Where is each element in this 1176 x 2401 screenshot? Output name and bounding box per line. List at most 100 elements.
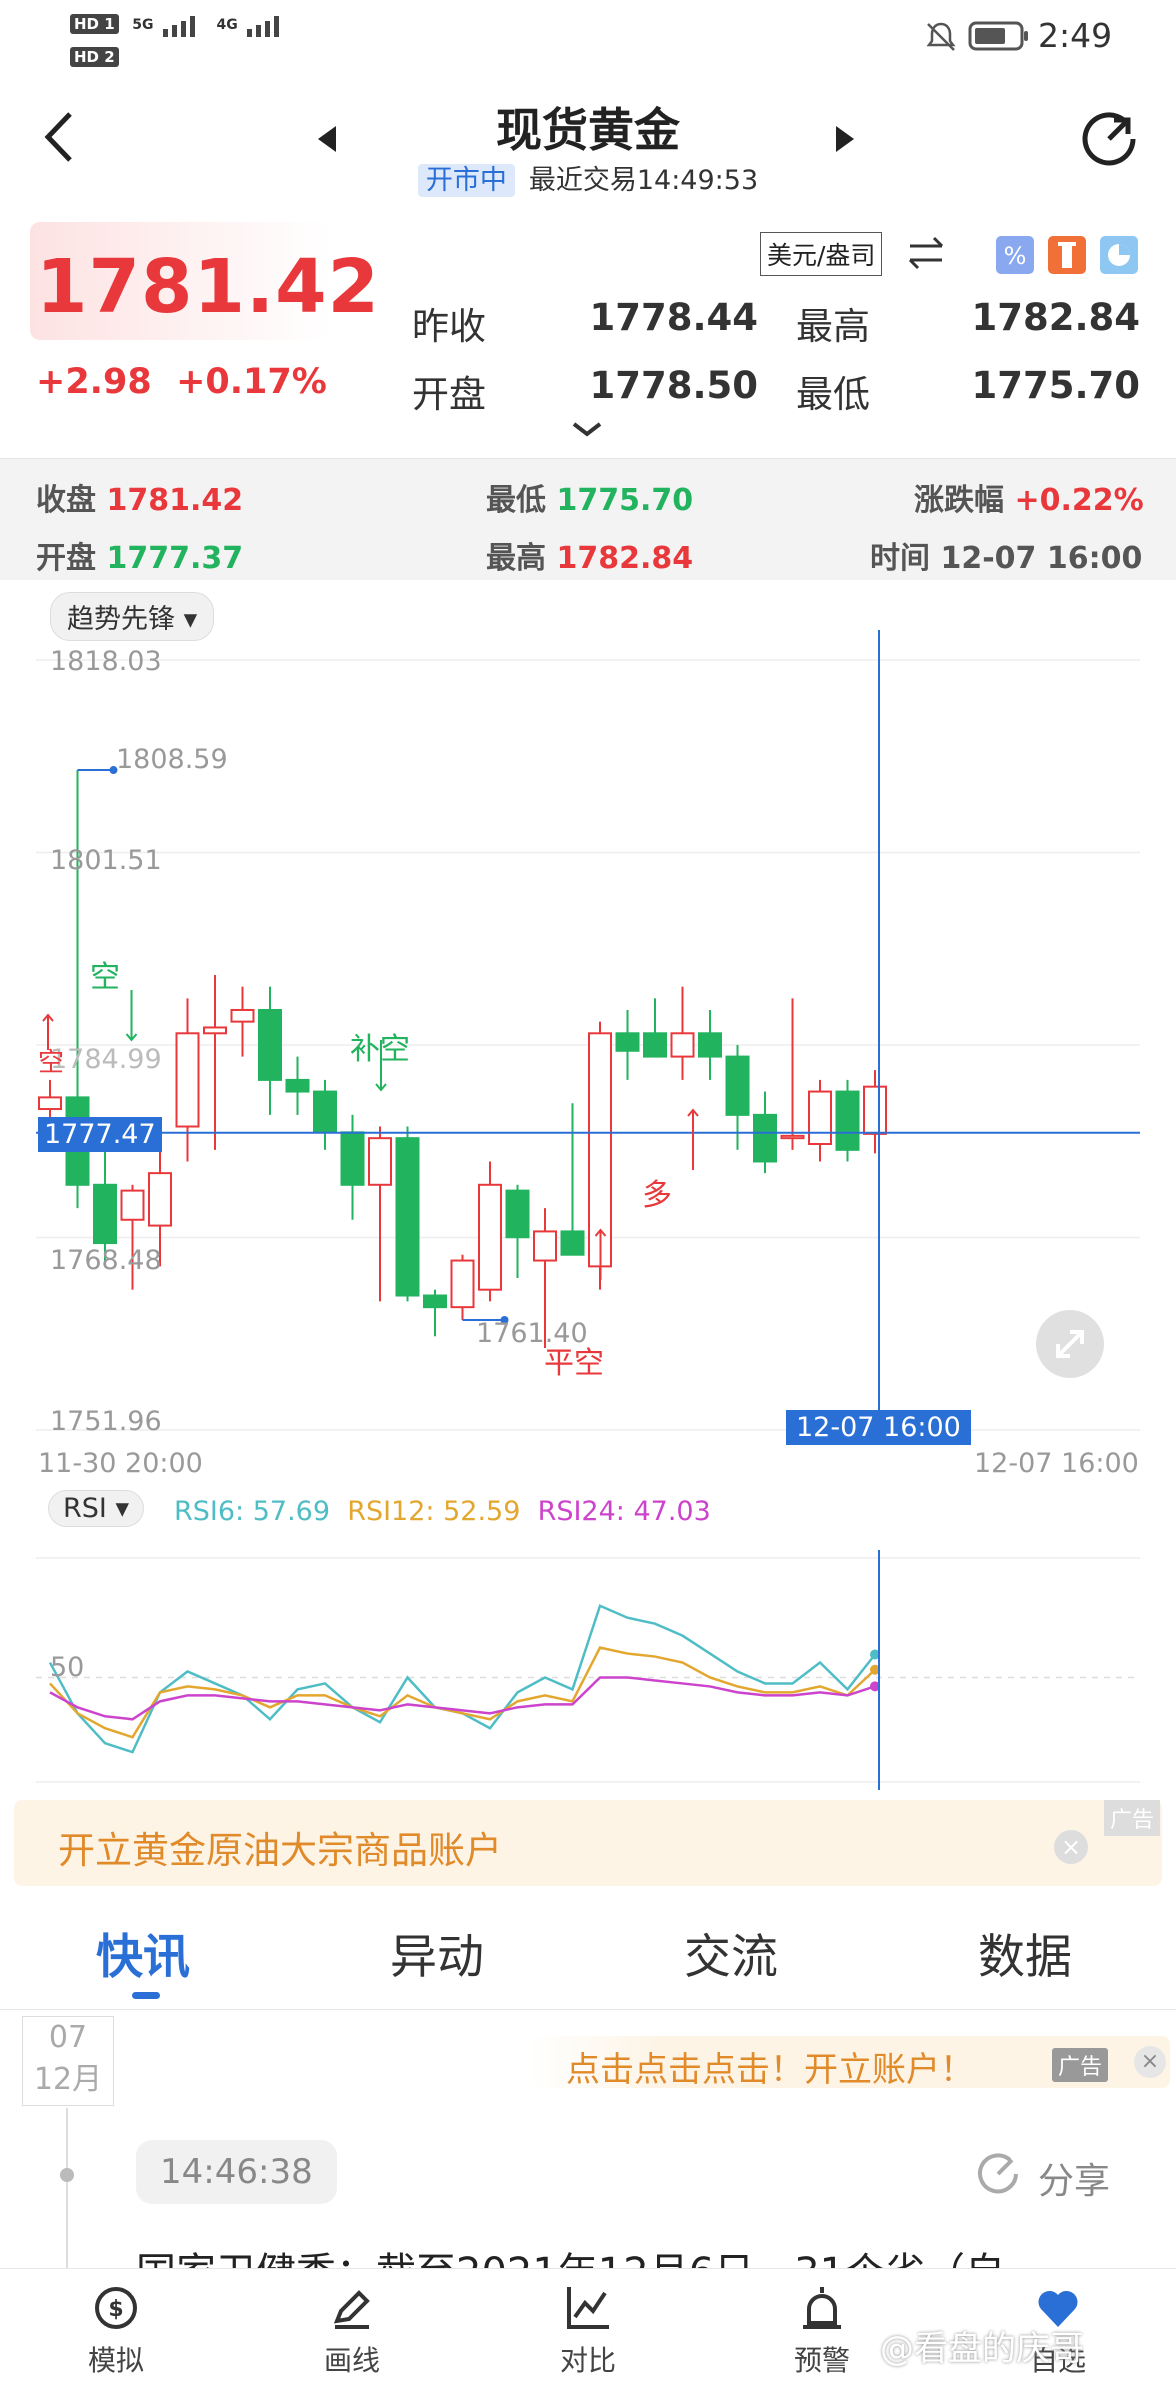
rsi12-line bbox=[49, 1646, 876, 1739]
price-change: +2.98 +0.17% bbox=[36, 362, 327, 402]
signal-icon bbox=[163, 16, 195, 37]
x-start-label: 11-30 20:00 bbox=[38, 1448, 203, 1479]
refresh-icon[interactable] bbox=[1078, 108, 1140, 170]
candle-body bbox=[780, 1134, 805, 1140]
crosshair-price-label: 1777.47 bbox=[38, 1117, 162, 1152]
y-label-4: 1768.48 bbox=[50, 1245, 162, 1276]
date-day: 07 bbox=[48, 2020, 88, 2055]
high-value: 1782.84 bbox=[556, 541, 694, 576]
watermark-text: @看盘的庆哥 bbox=[880, 2329, 1084, 2369]
news-snippet-text: 国家卫健委：截至2021年12月6日，31个省（自 bbox=[136, 2250, 1005, 2268]
candle-body bbox=[313, 1090, 337, 1134]
info-chg: 涨跌幅 +0.22% bbox=[914, 475, 1144, 519]
percent-tool-icon[interactable]: % bbox=[996, 236, 1034, 274]
rsi-selector[interactable]: RSI ▾ bbox=[48, 1490, 145, 1527]
rsi-chart[interactable] bbox=[0, 1550, 1176, 1790]
nav-draw[interactable]: 画线 bbox=[282, 2269, 422, 2401]
info-low: 最低 1775.70 bbox=[486, 475, 693, 519]
timeline-line bbox=[66, 2108, 68, 2268]
chg-label: 涨跌幅 bbox=[914, 483, 1004, 518]
next-instrument-icon[interactable] bbox=[834, 124, 856, 154]
low-label: 最低 bbox=[796, 373, 870, 416]
open-value: 1777.37 bbox=[106, 541, 244, 576]
candle-body bbox=[863, 1085, 887, 1135]
news-ad-banner[interactable]: 点击点击点击！开立账户！ 广告 × bbox=[530, 2036, 1170, 2090]
rsi24-legend: RSI24: 47.03 bbox=[537, 1496, 711, 1527]
svg-text:%: % bbox=[1004, 242, 1027, 270]
nav-draw-label: 画线 bbox=[323, 2344, 380, 2377]
fullscreen-button[interactable] bbox=[1036, 1310, 1104, 1378]
news-tabs: 快讯 异动 交流 数据 bbox=[0, 1900, 1176, 2010]
rsi-legend: RSI6: 57.69 RSI12: 52.59 RSI24: 47.03 bbox=[174, 1496, 711, 1527]
nav-compare[interactable]: 对比 bbox=[518, 2269, 658, 2401]
signal-bukong: 补空 bbox=[350, 1032, 410, 1067]
open-value: 1778.50 bbox=[589, 364, 758, 407]
change-value: +2.98 bbox=[36, 362, 152, 402]
watermark: @看盘的庆哥 bbox=[880, 2321, 1084, 2370]
simulate-icon: $ bbox=[95, 2287, 137, 2329]
compare-chart-icon bbox=[567, 2287, 609, 2329]
nav-simulate-label: 模拟 bbox=[87, 2344, 144, 2377]
net1-label: 5G bbox=[132, 17, 154, 33]
lighthouse-icon[interactable] bbox=[1048, 236, 1086, 274]
high-label: 最高 bbox=[796, 305, 870, 348]
fullscreen-icon bbox=[1056, 1330, 1084, 1358]
candle-body bbox=[725, 1055, 750, 1116]
candle-body bbox=[643, 1032, 667, 1058]
share-label[interactable]: 分享 bbox=[1038, 2152, 1110, 2204]
candle-body bbox=[285, 1078, 310, 1093]
sim-indicators: HD 1 5G 4G HD 2 bbox=[70, 8, 291, 69]
info-high: 最高 1782.84 bbox=[486, 533, 693, 577]
news-ad-badge: 广告 bbox=[1052, 2048, 1109, 2082]
tab-kuaixun[interactable]: 快讯 bbox=[96, 1918, 190, 1987]
clock: 2:49 bbox=[1038, 16, 1113, 55]
ad-close-icon[interactable]: × bbox=[1054, 1830, 1088, 1864]
nav-simulate[interactable]: $ 模拟 bbox=[46, 2269, 186, 2401]
unit-selector[interactable]: 美元/盎司 bbox=[760, 232, 883, 276]
time-label: 时间 bbox=[870, 541, 930, 576]
nav-alert[interactable]: 预警 bbox=[752, 2269, 892, 2401]
x-end-label: 12-07 16:00 bbox=[974, 1448, 1139, 1479]
tab-yidong[interactable]: 异动 bbox=[390, 1918, 484, 1987]
candle-body bbox=[175, 1032, 200, 1128]
tab-shuju[interactable]: 数据 bbox=[978, 1918, 1072, 1987]
hd2-badge: HD 2 bbox=[70, 47, 119, 67]
status-bar: HD 1 5G 4G HD 2 2:49 bbox=[0, 0, 1176, 72]
low-value: 1775.70 bbox=[971, 364, 1140, 407]
tab-jiaoliu[interactable]: 交流 bbox=[684, 1918, 778, 1987]
open-label: 开盘 bbox=[412, 373, 486, 416]
crosshair-time-label: 12-07 16:00 bbox=[786, 1410, 971, 1445]
share-icon[interactable] bbox=[974, 2150, 1022, 2198]
last-trade-time: 最近交易14:49:53 bbox=[528, 165, 759, 196]
mute-bell-icon bbox=[926, 22, 956, 51]
date-box: 07 12月 bbox=[22, 2016, 114, 2106]
news-snippet[interactable]: 国家卫健委：截至2021年12月6日，31个省（自 bbox=[136, 2236, 1136, 2268]
news-ad-close-icon[interactable]: × bbox=[1134, 2046, 1166, 2078]
low-value: 1775.70 bbox=[556, 483, 694, 518]
swap-icon[interactable] bbox=[906, 236, 946, 270]
expand-chevron-icon[interactable] bbox=[570, 420, 604, 438]
y-label-5: 1751.96 bbox=[50, 1406, 162, 1437]
high-value: 1782.84 bbox=[971, 296, 1140, 339]
ad-banner[interactable]: 开立黄金原油大宗商品账户 × 广告 bbox=[14, 1800, 1162, 1886]
y-label-2: 1801.51 bbox=[50, 845, 162, 876]
timeline-dot bbox=[60, 2168, 74, 2182]
candle-body bbox=[203, 1026, 227, 1035]
battery-icon bbox=[968, 21, 1028, 51]
high-label: 最高 bbox=[486, 541, 546, 576]
close-label: 收盘 bbox=[36, 483, 96, 518]
candle-body bbox=[753, 1113, 777, 1163]
pen-icon bbox=[333, 2290, 370, 2329]
candle-body bbox=[93, 1183, 117, 1245]
tab-indicator bbox=[132, 1992, 160, 1999]
pie-chart-icon[interactable] bbox=[1100, 236, 1138, 274]
candle-body bbox=[148, 1172, 172, 1227]
candle-body bbox=[560, 1230, 585, 1256]
candle-body bbox=[38, 1096, 62, 1111]
alarm-icon bbox=[803, 2287, 841, 2329]
candle-body bbox=[395, 1137, 420, 1297]
signal-kong: 空 bbox=[90, 960, 120, 995]
candle-body bbox=[808, 1090, 832, 1146]
candle-body bbox=[258, 1008, 282, 1081]
news-ad-text: 点击点击点击！开立账户！ bbox=[566, 2050, 974, 2090]
